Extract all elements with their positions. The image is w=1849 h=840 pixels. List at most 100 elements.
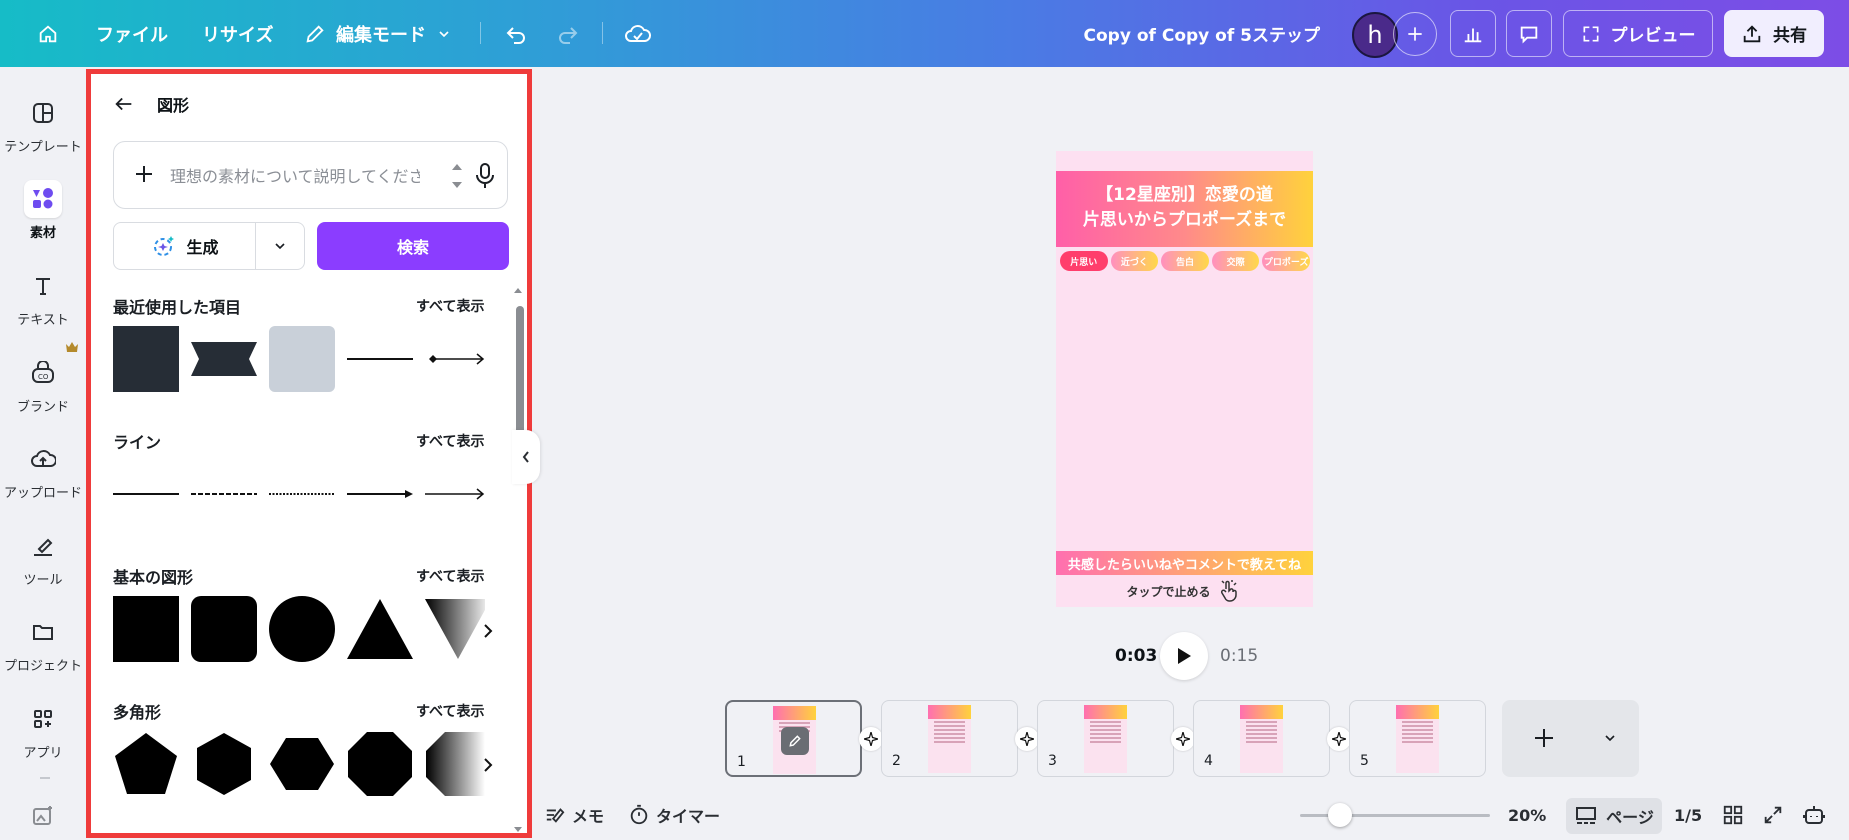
play-button[interactable] (1160, 632, 1208, 680)
shape-dark-square[interactable] (113, 326, 179, 392)
see-all-basic-shapes[interactable]: すべて表示 (416, 566, 484, 586)
grid-view-button[interactable] (1722, 800, 1744, 830)
chevron-right-icon[interactable] (473, 616, 503, 646)
page-thumbnail-2[interactable]: 2 (881, 700, 1018, 777)
rail-label: テンプレート (4, 140, 82, 155)
shape-ribbon-banner[interactable] (191, 326, 257, 392)
document-title[interactable]: Copy of Copy of 5ステップ (1084, 0, 1320, 67)
avatar[interactable]: h (1352, 12, 1398, 58)
bar-chart-icon (1464, 28, 1482, 42)
chevron-down-icon[interactable] (1602, 730, 1618, 746)
transition-sparkle-icon[interactable] (1171, 727, 1195, 751)
shape-rounded-square-gray[interactable] (269, 326, 335, 392)
add-page-plus-icon[interactable] (1532, 726, 1556, 750)
chevron-right-icon[interactable] (473, 750, 503, 780)
shape-pentagon[interactable] (113, 731, 179, 797)
shape-diamond-arrow-line[interactable] (425, 326, 485, 392)
step-chip: 交際 (1211, 251, 1260, 271)
rail-item-templates[interactable]: テンプレート (0, 94, 86, 155)
search-button[interactable]: 検索 (317, 222, 509, 270)
shape-circle[interactable] (269, 596, 335, 662)
home-icon[interactable] (28, 14, 68, 54)
section-title-lines: ライン (113, 433, 162, 452)
generate-dropdown[interactable] (256, 223, 304, 269)
edit-page-button[interactable] (781, 727, 809, 755)
see-all-lines[interactable]: すべて表示 (416, 431, 484, 451)
rail-item-tools[interactable]: ツール (0, 527, 86, 588)
grid-icon (1723, 805, 1743, 825)
comment-button[interactable] (1506, 10, 1552, 57)
scroll-down-icon[interactable] (513, 826, 523, 834)
rail-item-elements[interactable]: 素材 (0, 180, 86, 241)
rail-item-projects[interactable]: プロジェクト (0, 613, 86, 674)
line-solid[interactable] (113, 461, 179, 527)
scrollbar-thumb[interactable] (516, 306, 524, 434)
step-chips: 片思い 近づく 告白 交際 プロポーズ (1060, 251, 1310, 275)
resize-menu[interactable]: リサイズ (202, 0, 273, 67)
shape-hexagon-horizontal[interactable] (269, 731, 335, 797)
undo-icon[interactable] (496, 14, 536, 54)
shape-rounded-square[interactable] (191, 596, 257, 662)
plus-icon[interactable] (132, 162, 156, 186)
rail-item-uploads[interactable]: アップロード (0, 440, 86, 501)
header-line-1: 【12星座別】恋愛の道 (1096, 185, 1273, 205)
insights-button[interactable] (1450, 10, 1496, 57)
transition-sparkle-icon[interactable] (1015, 727, 1039, 751)
page-thumbnail-4[interactable]: 4 (1193, 700, 1330, 777)
microphone-icon[interactable] (474, 162, 496, 190)
pages-view-button[interactable]: ページ (1566, 798, 1662, 834)
panel-header: 図形 (113, 92, 189, 116)
preview-button[interactable]: プレビュー (1563, 10, 1713, 57)
notes-label: メモ (572, 807, 605, 826)
transition-sparkle-icon[interactable] (859, 727, 883, 751)
shape-triangle[interactable] (347, 596, 413, 662)
rail-item-apps[interactable]: アプリ (0, 700, 86, 761)
line-arrow-solid[interactable] (347, 461, 413, 527)
page-footer-banner: 共感したらいいねやコメントで教えてね (1056, 551, 1313, 575)
shape-hexagon[interactable] (191, 731, 257, 797)
zoom-slider-handle[interactable] (1328, 803, 1352, 827)
file-menu[interactable]: ファイル (96, 0, 168, 67)
add-collaborator-button[interactable] (1393, 12, 1437, 56)
transition-sparkle-icon[interactable] (1327, 727, 1351, 751)
rail-item-magic-media[interactable] (0, 797, 86, 839)
rail-label: ブランド (16, 400, 69, 415)
collapse-panel-handle[interactable] (512, 430, 540, 484)
line-arrow-open[interactable] (425, 461, 485, 527)
divider (480, 22, 481, 44)
assistant-button[interactable] (1802, 800, 1826, 830)
page-number: 2 (892, 753, 901, 769)
generate-button[interactable]: 生成 (114, 223, 256, 269)
zoom-level[interactable]: 20% (1508, 800, 1546, 830)
shape-line[interactable] (347, 326, 413, 392)
share-button[interactable]: 共有 (1724, 10, 1824, 57)
draw-tool-icon (24, 527, 62, 565)
see-all-recent[interactable]: すべて表示 (416, 296, 484, 316)
notes-button[interactable]: メモ (544, 800, 604, 830)
back-arrow-icon[interactable] (113, 93, 135, 115)
design-page[interactable]: 【12星座別】恋愛の道 片思いからプロポーズまで 片思い 近づく 告白 交際 プ… (1056, 151, 1313, 607)
scroll-up-icon[interactable] (513, 286, 523, 294)
rail-item-brand[interactable]: CO ブランド (0, 354, 86, 415)
header-line-2: 片思いからプロポーズまで (1082, 210, 1287, 230)
stepper-icon[interactable] (450, 156, 464, 196)
preview-label: プレビュー (1610, 26, 1696, 46)
shape-square[interactable] (113, 596, 179, 662)
page-thumbnail-1[interactable]: 1 (725, 700, 862, 777)
line-dashed[interactable] (191, 461, 257, 527)
edit-mode-menu[interactable]: 編集モード (304, 0, 452, 67)
fullscreen-button[interactable] (1762, 800, 1784, 830)
timer-button[interactable]: タイマー (628, 800, 720, 830)
rail-item-text[interactable]: テキスト (0, 267, 86, 328)
page-thumbnail-3[interactable]: 3 (1037, 700, 1174, 777)
cloud-saved-icon[interactable] (618, 14, 658, 54)
redo-icon[interactable] (548, 14, 588, 54)
page-thumbnail-5[interactable]: 5 (1349, 700, 1486, 777)
shape-octagon[interactable] (347, 731, 413, 797)
search-box[interactable] (113, 141, 508, 209)
search-input[interactable] (170, 156, 420, 196)
upload-icon (1743, 24, 1761, 42)
see-all-polygons[interactable]: すべて表示 (416, 701, 484, 721)
line-dotted[interactable] (269, 461, 335, 527)
playback-controls: 0:03 0:15 (1110, 630, 1270, 682)
